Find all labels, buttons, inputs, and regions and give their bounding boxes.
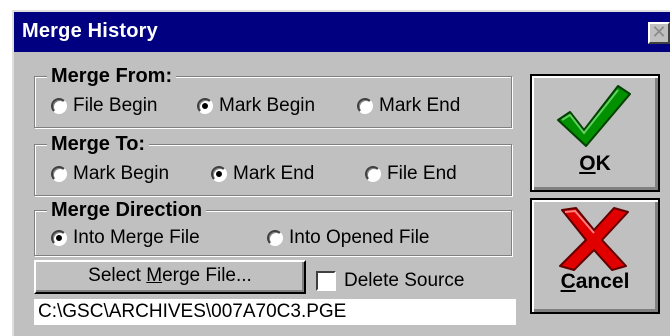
radio-button-icon xyxy=(51,98,67,114)
select-merge-file-label: Select Merge File... xyxy=(88,265,252,286)
into-opened-file-radio[interactable]: Into Opened File xyxy=(267,227,429,249)
merge-direction-label: Merge Direction xyxy=(47,198,207,222)
radio-label: Mark End xyxy=(379,95,461,116)
ok-label: OK xyxy=(579,152,611,175)
green-checkmark-icon xyxy=(557,85,631,147)
into-merge-file-radio[interactable]: Into Merge File xyxy=(51,227,200,249)
delete-source-checkbox[interactable]: Delete Source xyxy=(316,270,464,292)
radio-label: Into Merge File xyxy=(73,227,200,248)
radio-button-checked-icon xyxy=(51,230,67,246)
radio-label: Mark Begin xyxy=(219,95,316,116)
radio-label: Mark End xyxy=(233,163,315,184)
radio-label: File End xyxy=(387,163,457,184)
merge-from-file-begin-radio[interactable]: File Begin xyxy=(51,95,158,117)
close-button[interactable]: ✕ xyxy=(648,22,670,44)
checkbox-label: Delete Source xyxy=(344,270,465,291)
ok-button[interactable]: OK xyxy=(530,74,660,192)
radio-label: Mark Begin xyxy=(73,163,170,184)
close-icon: ✕ xyxy=(651,22,667,42)
merge-history-dialog: Merge History ✕ Merge From: File Begin M… xyxy=(12,10,670,336)
merge-from-label: Merge From: xyxy=(47,64,177,88)
cancel-label: Cancel xyxy=(560,270,630,293)
merge-direction-group: Merge Direction Into Merge File Into Ope… xyxy=(34,198,512,256)
window-title: Merge History xyxy=(22,20,158,42)
radio-label: File Begin xyxy=(73,95,158,116)
radio-button-checked-icon xyxy=(211,166,227,182)
merge-from-mark-begin-radio[interactable]: Mark Begin xyxy=(197,95,315,117)
merge-to-mark-begin-radio[interactable]: Mark Begin xyxy=(51,163,169,185)
radio-button-icon xyxy=(357,98,373,114)
merge-to-mark-end-radio[interactable]: Mark End xyxy=(211,163,314,185)
merge-file-path-field[interactable]: C:\GSC\ARCHIVES\007A70C3.PGE xyxy=(34,299,516,325)
checkbox-icon xyxy=(316,271,336,291)
red-x-icon xyxy=(559,207,629,271)
merge-file-path-value: C:\GSC\ARCHIVES\007A70C3.PGE xyxy=(38,301,347,322)
title-bar[interactable]: Merge History ✕ xyxy=(14,12,670,52)
merge-from-group: Merge From: File Begin Mark Begin Mark E… xyxy=(34,64,512,128)
merge-to-file-end-radio[interactable]: File End xyxy=(365,163,457,185)
merge-to-group: Merge To: Mark Begin Mark End File End xyxy=(34,132,512,196)
radio-button-icon xyxy=(267,230,283,246)
merge-to-label: Merge To: xyxy=(47,132,150,156)
radio-button-icon xyxy=(365,166,381,182)
select-merge-file-button[interactable]: Select Merge File... xyxy=(34,260,306,294)
cancel-button[interactable]: Cancel xyxy=(530,198,660,314)
radio-label: Into Opened File xyxy=(289,227,430,248)
radio-button-icon xyxy=(51,166,67,182)
merge-from-mark-end-radio[interactable]: Mark End xyxy=(357,95,460,117)
radio-button-checked-icon xyxy=(197,98,213,114)
